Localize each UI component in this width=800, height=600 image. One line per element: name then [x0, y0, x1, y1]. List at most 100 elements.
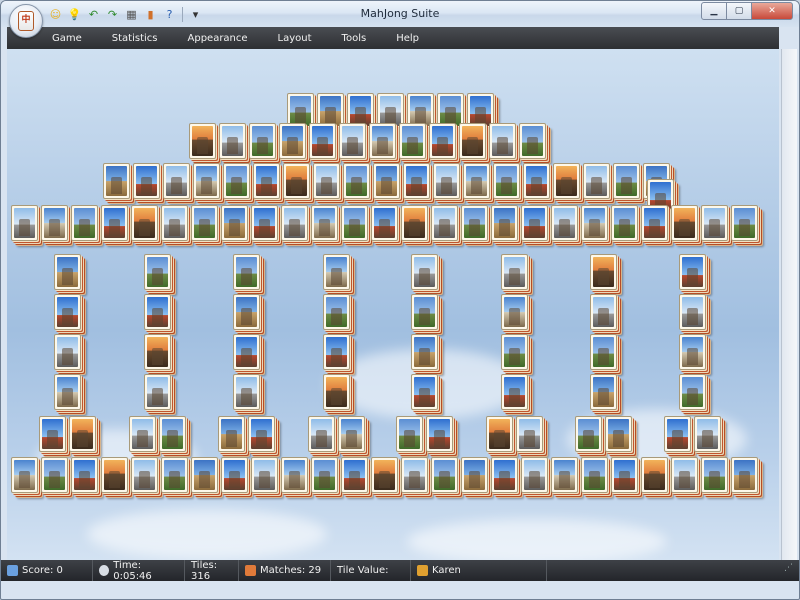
- mahjong-tile[interactable]: [501, 334, 528, 370]
- mahjong-tile[interactable]: [411, 374, 438, 410]
- mahjong-tile[interactable]: [191, 457, 218, 493]
- mahjong-tile[interactable]: [233, 334, 260, 370]
- mahjong-tile[interactable]: [411, 334, 438, 370]
- mahjong-tile[interactable]: [253, 163, 280, 199]
- mahjong-tile[interactable]: [590, 294, 617, 330]
- mahjong-tile[interactable]: [159, 416, 186, 452]
- mahjong-tile[interactable]: [323, 374, 350, 410]
- mahjong-tile[interactable]: [523, 163, 550, 199]
- menu-appearance[interactable]: Appearance: [185, 31, 251, 46]
- mahjong-tile[interactable]: [429, 123, 456, 159]
- close-button[interactable]: ✕: [751, 2, 793, 20]
- mahjong-tile[interactable]: [590, 334, 617, 370]
- mahjong-tile[interactable]: [399, 123, 426, 159]
- mahjong-tile[interactable]: [551, 205, 578, 241]
- minimize-button[interactable]: ▁: [701, 2, 727, 20]
- mahjong-tile[interactable]: [553, 163, 580, 199]
- mahjong-tile[interactable]: [671, 205, 698, 241]
- mahjong-tile[interactable]: [144, 294, 171, 330]
- mahjong-tile[interactable]: [223, 163, 250, 199]
- mahjong-tile[interactable]: [41, 205, 68, 241]
- mahjong-tile[interactable]: [489, 123, 516, 159]
- menu-help[interactable]: Help: [393, 31, 422, 46]
- mahjong-tile[interactable]: [323, 254, 350, 290]
- mahjong-tile[interactable]: [69, 416, 96, 452]
- mahjong-tile[interactable]: [11, 205, 38, 241]
- mahjong-tile[interactable]: [144, 334, 171, 370]
- mahjong-tile[interactable]: [39, 416, 66, 452]
- mahjong-tile[interactable]: [129, 416, 156, 452]
- title-bar[interactable]: 中 ☺ 💡 ↶ ↷ ▦ ▮? ▾ MahJong Suite ▁ ▢ ✕: [1, 1, 799, 38]
- mahjong-tile[interactable]: [590, 374, 617, 410]
- mahjong-tile[interactable]: [218, 416, 245, 452]
- mahjong-tile[interactable]: [221, 457, 248, 493]
- mahjong-tile[interactable]: [401, 205, 428, 241]
- mahjong-tile[interactable]: [313, 163, 340, 199]
- mahjong-tile[interactable]: [308, 416, 335, 452]
- mahjong-tile[interactable]: [581, 205, 608, 241]
- mahjong-tile[interactable]: [41, 457, 68, 493]
- mahjong-tile[interactable]: [679, 294, 706, 330]
- mahjong-tile[interactable]: [54, 374, 81, 410]
- mahjong-tile[interactable]: [731, 457, 758, 493]
- mahjong-tile[interactable]: [501, 294, 528, 330]
- mahjong-tile[interactable]: [189, 123, 216, 159]
- menu-game[interactable]: Game: [49, 31, 85, 46]
- mahjong-tile[interactable]: [163, 163, 190, 199]
- mahjong-tile[interactable]: [219, 123, 246, 159]
- mahjong-tile[interactable]: [701, 205, 728, 241]
- mahjong-tile[interactable]: [641, 205, 668, 241]
- mahjong-tile[interactable]: [323, 294, 350, 330]
- mahjong-tile[interactable]: [521, 457, 548, 493]
- mahjong-tile[interactable]: [731, 205, 758, 241]
- mahjong-tile[interactable]: [486, 416, 513, 452]
- mahjong-tile[interactable]: [575, 416, 602, 452]
- mahjong-tile[interactable]: [311, 205, 338, 241]
- mahjong-tile[interactable]: [396, 416, 423, 452]
- mahjong-tile[interactable]: [233, 294, 260, 330]
- mahjong-tile[interactable]: [341, 205, 368, 241]
- mahjong-tile[interactable]: [323, 334, 350, 370]
- mahjong-tile[interactable]: [613, 163, 640, 199]
- mahjong-tile[interactable]: [605, 416, 632, 452]
- mahjong-tile[interactable]: [373, 163, 400, 199]
- mahjong-tile[interactable]: [369, 123, 396, 159]
- mahjong-tile[interactable]: [516, 416, 543, 452]
- mahjong-tile[interactable]: [463, 163, 490, 199]
- mahjong-tile[interactable]: [193, 163, 220, 199]
- mahjong-tile[interactable]: [461, 457, 488, 493]
- mahjong-tile[interactable]: [491, 205, 518, 241]
- mahjong-tile[interactable]: [161, 457, 188, 493]
- menu-layout[interactable]: Layout: [275, 31, 315, 46]
- maximize-button[interactable]: ▢: [726, 2, 752, 20]
- mahjong-tile[interactable]: [401, 457, 428, 493]
- mahjong-tile[interactable]: [583, 163, 610, 199]
- mahjong-tile[interactable]: [679, 254, 706, 290]
- app-menu-button[interactable]: 中: [9, 4, 43, 38]
- mahjong-tile[interactable]: [611, 205, 638, 241]
- mahjong-tile[interactable]: [679, 374, 706, 410]
- mahjong-tile[interactable]: [664, 416, 691, 452]
- mahjong-tile[interactable]: [411, 294, 438, 330]
- mahjong-tile[interactable]: [251, 457, 278, 493]
- mahjong-tile[interactable]: [11, 457, 38, 493]
- mahjong-tile[interactable]: [249, 123, 276, 159]
- mahjong-tile[interactable]: [521, 205, 548, 241]
- mahjong-tile[interactable]: [161, 205, 188, 241]
- mahjong-tile[interactable]: [679, 334, 706, 370]
- resize-grip-icon[interactable]: ⋰: [784, 563, 796, 577]
- mahjong-tile[interactable]: [341, 457, 368, 493]
- mahjong-tile[interactable]: [131, 205, 158, 241]
- mahjong-tile[interactable]: [131, 457, 158, 493]
- mahjong-tile[interactable]: [431, 205, 458, 241]
- menu-tools[interactable]: Tools: [339, 31, 370, 46]
- mahjong-tile[interactable]: [191, 205, 218, 241]
- mahjong-tile[interactable]: [54, 334, 81, 370]
- mahjong-tile[interactable]: [309, 123, 336, 159]
- mahjong-tile[interactable]: [54, 294, 81, 330]
- mahjong-tile[interactable]: [371, 205, 398, 241]
- mahjong-tile[interactable]: [133, 163, 160, 199]
- mahjong-tile[interactable]: [71, 457, 98, 493]
- mahjong-tile[interactable]: [343, 163, 370, 199]
- mahjong-tile[interactable]: [694, 416, 721, 452]
